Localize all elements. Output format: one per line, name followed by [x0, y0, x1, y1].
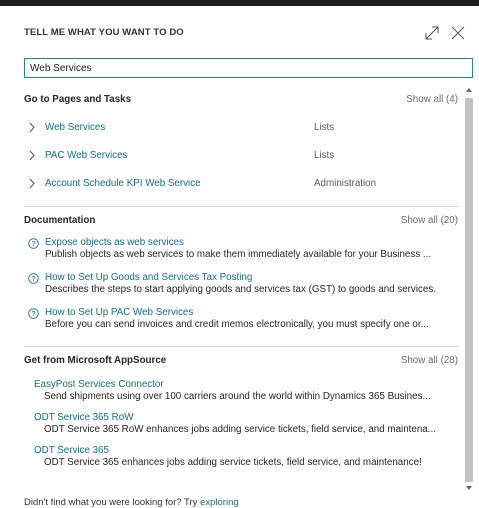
page-result-pac-web-services[interactable]: PAC Web Services Lists	[24, 142, 459, 170]
app-title[interactable]: ODT Service 365	[34, 445, 459, 457]
search-input[interactable]	[24, 58, 473, 78]
page-result-label[interactable]: Account Schedule KPI Web Service	[45, 178, 201, 189]
show-all-pages-link[interactable]: Show all (4)	[406, 94, 458, 105]
scroll-up-arrow-icon[interactable]	[465, 86, 473, 94]
doc-title[interactable]: How to Set Up PAC Web Services	[45, 307, 459, 319]
app-result[interactable]: ODT Service 365 ODT Service 365 enhances…	[24, 445, 459, 469]
doc-result[interactable]: ? How to Set Up Goods and Services Tax P…	[24, 272, 459, 296]
section-title: Get from Microsoft AppSource	[24, 355, 167, 366]
exploring-link[interactable]: exploring	[200, 497, 239, 508]
expand-icon[interactable]	[423, 24, 441, 42]
docs-list: ? Expose objects as web services Publish…	[24, 235, 459, 346]
app-result[interactable]: EasyPost Services Connector Send shipmen…	[24, 379, 459, 403]
doc-description: Before you can send invoices and credit …	[45, 319, 429, 330]
documentation-section: Documentation Show all (20) ? Expose obj…	[24, 207, 459, 347]
chevron-right-icon	[28, 150, 36, 161]
page-result-category: Administration	[314, 178, 377, 189]
app-title[interactable]: ODT Service 365 RoW	[34, 412, 459, 424]
top-bar	[0, 0, 479, 6]
results-panel: Go to Pages and Tasks Show all (4) Web S…	[0, 86, 463, 486]
section-title: Go to Pages and Tasks	[24, 94, 132, 105]
app-description: ODT Service 365 RoW enhances jobs adding…	[44, 424, 436, 435]
page-result-web-services[interactable]: Web Services Lists	[24, 114, 459, 142]
section-title: Documentation	[24, 215, 96, 226]
pages-section: Go to Pages and Tasks Show all (4) Web S…	[24, 86, 459, 207]
section-header: Documentation Show all (20)	[24, 207, 459, 235]
app-description: ODT Service 365 enhances jobs adding ser…	[44, 457, 422, 468]
help-icon: ?	[28, 238, 39, 249]
app-title[interactable]: EasyPost Services Connector	[34, 379, 459, 391]
svg-text:?: ?	[31, 309, 35, 318]
doc-result[interactable]: ? Expose objects as web services Publish…	[24, 237, 459, 261]
svg-text:?: ?	[31, 274, 35, 283]
app-result[interactable]: ODT Service 365 RoW ODT Service 365 RoW …	[24, 412, 459, 436]
section-header: Go to Pages and Tasks Show all (4)	[24, 86, 459, 114]
help-icon: ?	[28, 308, 39, 319]
show-all-apps-link[interactable]: Show all (28)	[401, 355, 458, 366]
page-result-account-schedule-kpi[interactable]: Account Schedule KPI Web Service Adminis…	[24, 170, 459, 198]
page-result-label[interactable]: Web Services	[45, 122, 105, 133]
vertical-scrollbar[interactable]	[463, 86, 475, 492]
footer-text: Didn't find what you were looking for? T…	[24, 497, 201, 508]
page-result-category: Lists	[314, 122, 335, 133]
page-result-category: Lists	[314, 150, 335, 161]
doc-result[interactable]: ? How to Set Up PAC Web Services Before …	[24, 307, 459, 331]
apps-list: EasyPost Services Connector Send shipmen…	[24, 375, 459, 469]
scroll-thumb[interactable]	[465, 98, 473, 482]
doc-title[interactable]: How to Set Up Goods and Services Tax Pos…	[45, 272, 459, 284]
doc-title[interactable]: Expose objects as web services	[45, 237, 459, 249]
dialog-title: TELL ME WHAT YOU WANT TO DO	[24, 27, 184, 38]
show-all-docs-link[interactable]: Show all (20)	[401, 215, 458, 226]
svg-text:?: ?	[31, 239, 35, 248]
chevron-right-icon	[28, 178, 36, 189]
app-description: Send shipments using over 100 carriers a…	[44, 391, 431, 402]
footer-hint: Didn't find what you were looking for? T…	[24, 497, 239, 508]
section-header: Get from Microsoft AppSource Show all (2…	[24, 347, 459, 375]
doc-description: Describes the steps to start applying go…	[45, 284, 436, 295]
chevron-right-icon	[28, 122, 36, 133]
doc-description: Publish objects as web services to make …	[45, 249, 432, 260]
dialog-header: TELL ME WHAT YOU WANT TO DO	[24, 24, 471, 44]
close-icon[interactable]	[449, 24, 467, 42]
page-result-label[interactable]: PAC Web Services	[45, 150, 127, 161]
help-icon: ?	[28, 273, 39, 284]
appsource-section: Get from Microsoft AppSource Show all (2…	[24, 347, 459, 469]
scroll-down-arrow-icon[interactable]	[465, 484, 473, 492]
pages-list: Web Services Lists PAC Web Services List…	[24, 114, 459, 206]
